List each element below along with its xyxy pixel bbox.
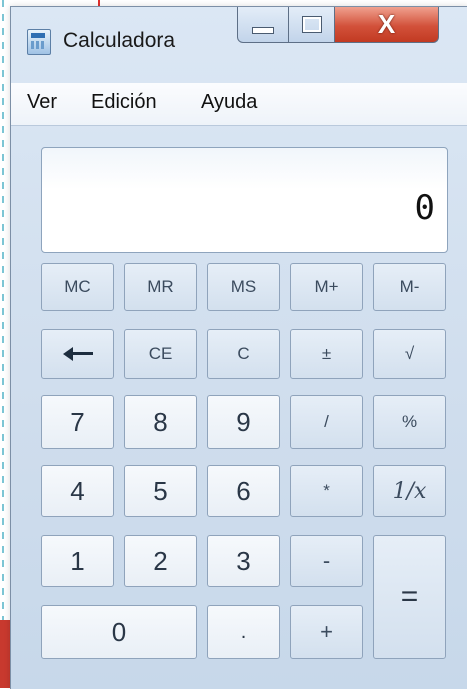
background-guide-line	[2, 0, 4, 688]
maximize-button[interactable]	[289, 7, 335, 43]
m-plus-button[interactable]: M+	[290, 263, 363, 311]
background-mark	[0, 620, 10, 688]
divide-button[interactable]: /	[290, 395, 363, 449]
subtract-button[interactable]: -	[290, 535, 363, 587]
calculator-window: Calculadora X Ver Edición Ayuda 0 MC MR …	[10, 6, 467, 689]
m-minus-button[interactable]: M-	[373, 263, 446, 311]
equals-button[interactable]: =	[373, 535, 446, 659]
digit-4-button[interactable]: 4	[41, 465, 114, 517]
menu-ver[interactable]: Ver	[27, 91, 57, 114]
mc-button[interactable]: MC	[41, 263, 114, 311]
maximize-icon	[301, 16, 322, 33]
c-button[interactable]: C	[207, 329, 280, 379]
ce-button[interactable]: CE	[124, 329, 197, 379]
title-bar[interactable]: Calculadora X	[11, 7, 467, 83]
calculator-icon	[27, 29, 51, 55]
close-button[interactable]: X	[335, 7, 439, 43]
reciprocal-button[interactable]: 1/x	[373, 465, 446, 517]
decimal-button[interactable]: .	[207, 605, 280, 659]
digit-5-button[interactable]: 5	[124, 465, 197, 517]
digit-3-button[interactable]: 3	[207, 535, 280, 587]
digit-7-button[interactable]: 7	[41, 395, 114, 449]
window-title: Calculadora	[63, 29, 176, 52]
display-panel: 0	[41, 147, 448, 253]
digit-2-button[interactable]: 2	[124, 535, 197, 587]
plus-minus-button[interactable]: ±	[290, 329, 363, 379]
mr-button[interactable]: MR	[124, 263, 197, 311]
minimize-button[interactable]	[237, 7, 289, 43]
minimize-icon	[252, 27, 274, 34]
digit-1-button[interactable]: 1	[41, 535, 114, 587]
digit-9-button[interactable]: 9	[207, 395, 280, 449]
digit-0-button[interactable]: 0	[41, 605, 197, 659]
digit-8-button[interactable]: 8	[124, 395, 197, 449]
multiply-button[interactable]: *	[290, 465, 363, 517]
menu-bar: Ver Edición Ayuda	[11, 83, 467, 126]
percent-button[interactable]: %	[373, 395, 446, 449]
ms-button[interactable]: MS	[207, 263, 280, 311]
backspace-arrow-icon	[62, 347, 93, 361]
backspace-button[interactable]	[41, 329, 114, 379]
digit-6-button[interactable]: 6	[207, 465, 280, 517]
menu-ayuda[interactable]: Ayuda	[201, 91, 257, 114]
add-button[interactable]: +	[290, 605, 363, 659]
close-icon: X	[377, 9, 396, 39]
reciprocal-label: 1/x	[392, 478, 427, 504]
menu-edicion[interactable]: Edición	[91, 91, 157, 114]
square-root-button[interactable]: √	[373, 329, 446, 379]
display-value: 0	[414, 188, 435, 228]
